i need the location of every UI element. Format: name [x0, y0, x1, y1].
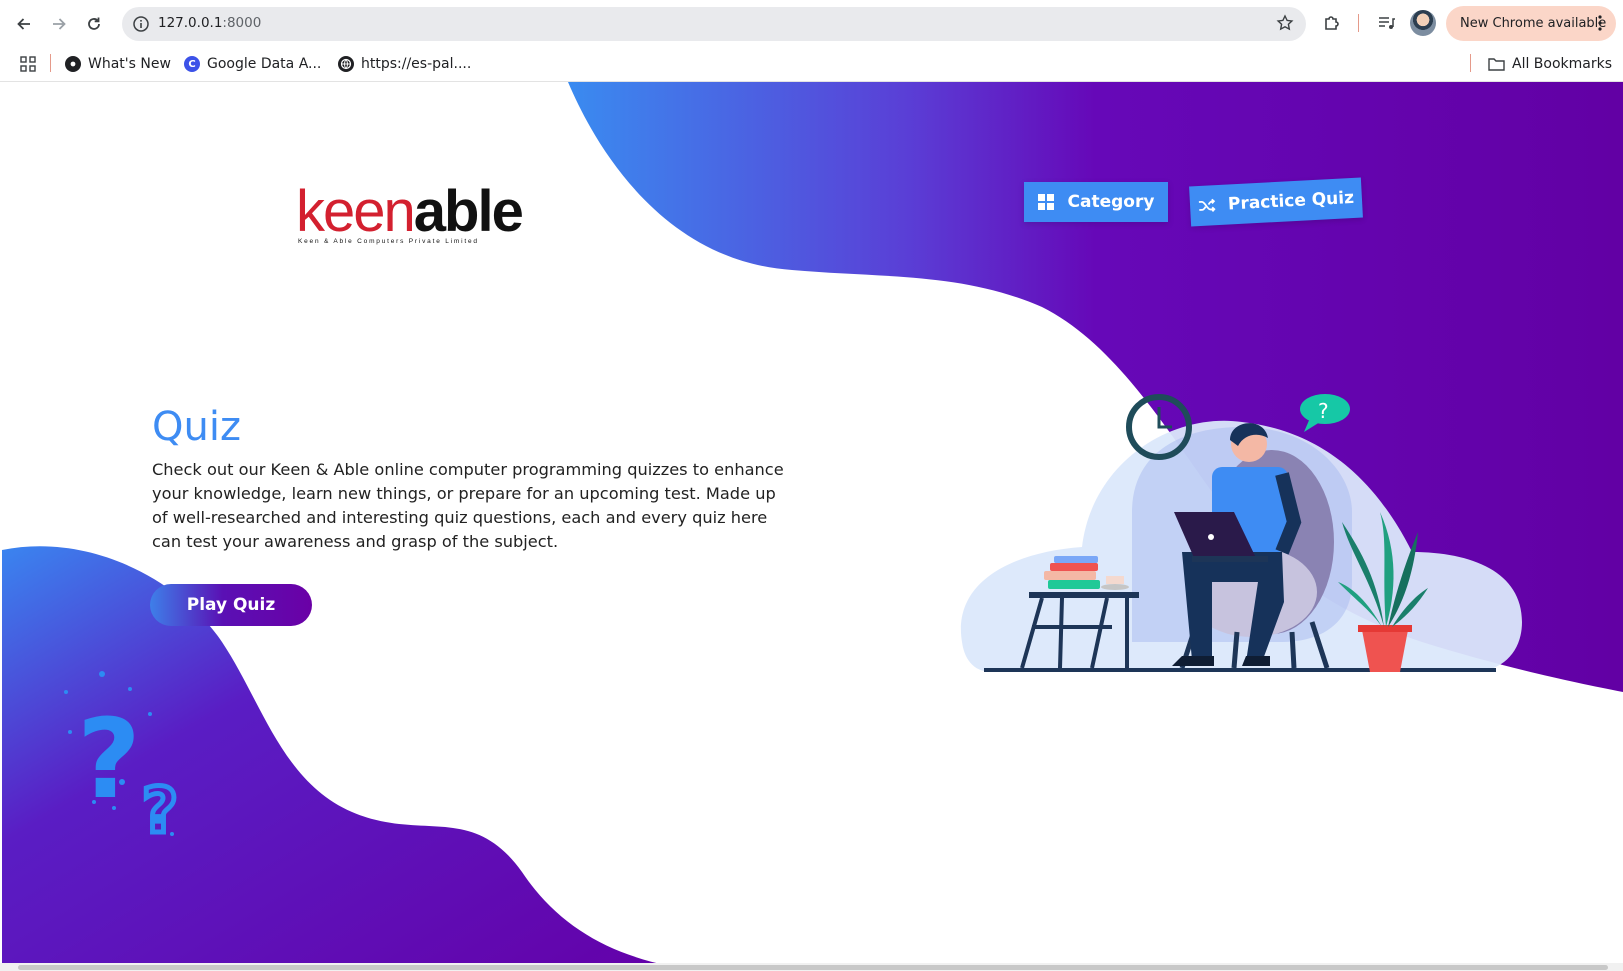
- shuffle-icon: [1198, 198, 1216, 212]
- reload-button[interactable]: [80, 10, 108, 38]
- scrollbar-thumb[interactable]: [18, 965, 1608, 970]
- play-quiz-label: Play Quiz: [186, 595, 276, 615]
- more-menu-icon[interactable]: [1598, 15, 1602, 35]
- horizontal-scrollbar[interactable]: [0, 963, 1623, 971]
- bookmark-google-data[interactable]: C Google Data A...: [184, 52, 321, 76]
- keenable-logo[interactable]: keenable Keen & Able Computers Private L…: [296, 179, 524, 252]
- bookmarks-bar: What's New C Google Data A... https://es…: [0, 46, 1623, 82]
- svg-text:?: ?: [77, 695, 141, 823]
- url-text: 127.0.0.1:8000: [158, 15, 261, 31]
- category-label: Category: [1067, 192, 1155, 212]
- extensions-icon[interactable]: [1320, 11, 1344, 35]
- grid-icon: [1037, 194, 1054, 210]
- logo-keen: keen: [296, 179, 416, 244]
- site-info-icon[interactable]: [132, 15, 150, 37]
- profile-avatar[interactable]: [1410, 10, 1436, 36]
- bookmark-es-pal[interactable]: https://es-pal....: [338, 52, 471, 76]
- web-page: ? ? ? keenable Keen & Able Computers Pri…: [2, 82, 1623, 971]
- browser-toolbar: 127.0.0.1:8000 New Chrome available: [0, 0, 1623, 46]
- chrome-logo-icon: [65, 56, 81, 72]
- reload-icon: [88, 17, 100, 30]
- category-button[interactable]: Category: [1024, 182, 1168, 222]
- question-bubble-text: ?: [1318, 399, 1329, 423]
- all-bookmarks-button[interactable]: All Bookmarks: [1488, 52, 1612, 76]
- toolbar-divider: [1358, 14, 1359, 32]
- url-host: 127.0.0.1: [158, 15, 223, 31]
- logo-wordmark: keenable: [296, 178, 524, 245]
- forward-arrow-icon: [53, 18, 66, 30]
- bookmark-whats-new[interactable]: What's New: [65, 52, 171, 76]
- bookmark-star-icon[interactable]: [1276, 14, 1294, 36]
- bookmark-label: https://es-pal....: [361, 56, 472, 72]
- chrome-update-button[interactable]: New Chrome available: [1446, 6, 1616, 41]
- hero-description: Check out our Keen & Able online compute…: [152, 460, 784, 551]
- back-button[interactable]: [10, 10, 38, 38]
- back-arrow-icon: [17, 18, 30, 30]
- apps-icon[interactable]: [20, 52, 36, 76]
- bookmark-label: What's New: [88, 56, 171, 72]
- update-label: New Chrome available: [1460, 16, 1607, 31]
- play-quiz-button[interactable]: Play Quiz: [150, 584, 312, 626]
- forward-button[interactable]: [45, 10, 73, 38]
- bookmarks-divider: [50, 54, 51, 72]
- bookmark-label: Google Data A...: [207, 56, 322, 72]
- folder-icon: [1488, 58, 1505, 71]
- address-bar[interactable]: 127.0.0.1:8000: [122, 7, 1306, 41]
- globe-icon: [338, 56, 354, 72]
- all-bookmarks-label: All Bookmarks: [1512, 56, 1613, 72]
- svg-text:?: ?: [142, 774, 178, 847]
- media-control-icon[interactable]: [1374, 11, 1398, 35]
- logo-tagline: Keen & Able Computers Private Limited: [298, 238, 479, 245]
- bookmarks-divider: [1470, 54, 1471, 72]
- hero-title: Quiz: [152, 404, 241, 450]
- practice-quiz-label: Practice Quiz: [1227, 187, 1355, 215]
- url-port: :8000: [222, 15, 262, 31]
- logo-able: able: [413, 179, 524, 244]
- google-data-icon: C: [184, 56, 200, 72]
